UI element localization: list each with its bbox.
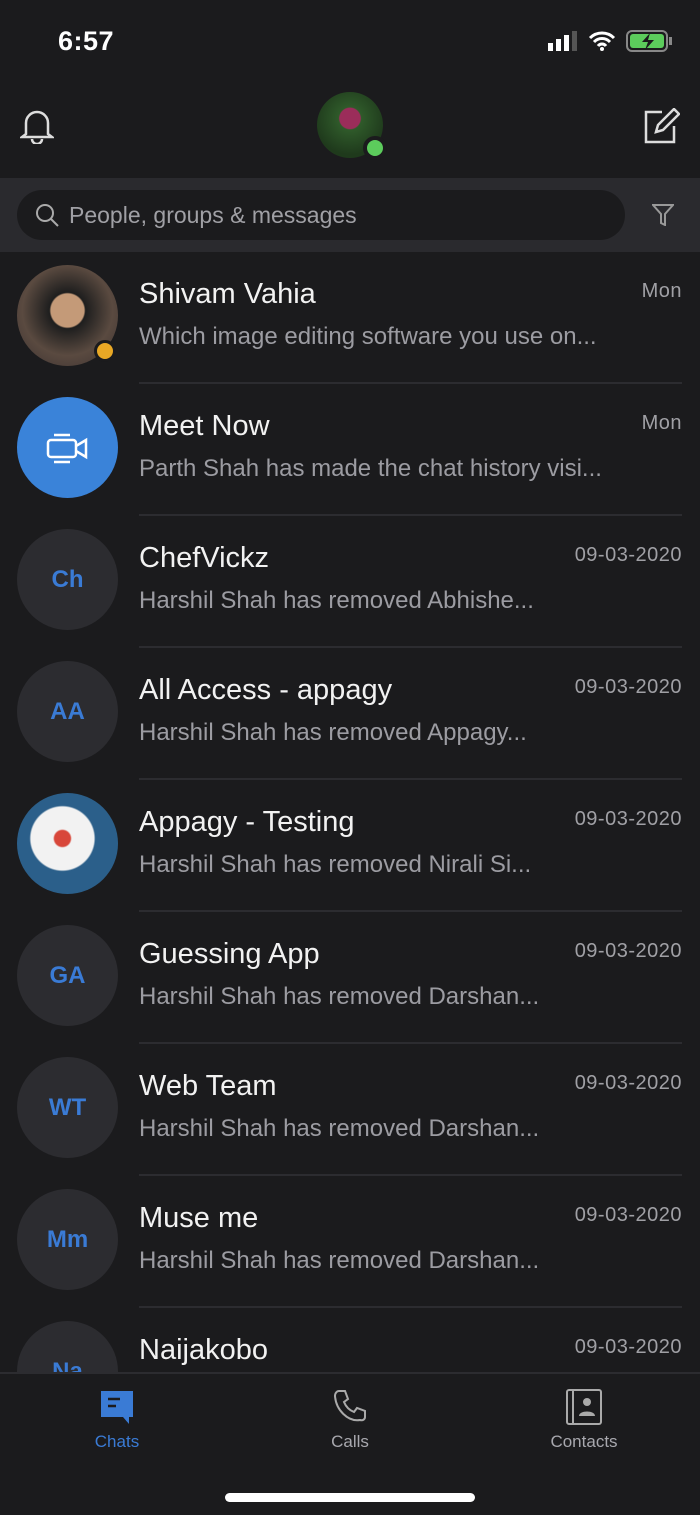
chat-name: Guessing App <box>139 938 320 970</box>
status-time: 6:57 <box>58 26 115 56</box>
chat-row[interactable]: GA Guessing App Harshil Shah has removed D… <box>0 912 700 1044</box>
bell-icon[interactable] <box>20 108 54 144</box>
tab-bar: Chats Calls Contacts <box>0 1372 700 1515</box>
chat-preview: Harshil Shah has removed Darshan... <box>139 983 540 1010</box>
tab-label: Chats <box>94 1432 140 1451</box>
compose-icon[interactable] <box>642 108 680 144</box>
chat-name: Muse me <box>139 1202 259 1234</box>
chat-row[interactable]: AA All Access - appagy Harshil Shah has re… <box>0 648 700 780</box>
chat-preview: Harshil Shah has removed Darshan... <box>139 1115 540 1142</box>
chat-row[interactable]: Appagy - Testing Harshil Shah has removed… <box>0 780 700 912</box>
chat-name: Naijakobo <box>139 1334 268 1366</box>
chat-preview: Harshil Shah has removed Abhishe... <box>139 587 534 614</box>
home-indicator[interactable] <box>225 1493 475 1502</box>
chat-date: 09-03-2020 <box>574 544 682 566</box>
tab-label: Contacts <box>550 1432 618 1451</box>
tab-chats[interactable]: Chats <box>47 1388 187 1452</box>
chat-preview: Harshil Shah has removed Nirali Si... <box>139 851 532 878</box>
avatar: AA <box>17 661 118 762</box>
chat-name: ChefVickz <box>139 542 270 574</box>
chat-date: 09-03-2020 <box>574 1072 682 1094</box>
chat-date: 09-03-2020 <box>574 1204 682 1226</box>
avatar: Mm <box>17 1189 118 1290</box>
avatar: GA <box>17 925 118 1026</box>
phone-icon <box>333 1390 366 1422</box>
chat-row[interactable]: Meet Now Parth Shah has made the chat his… <box>0 384 700 516</box>
search-icon <box>36 204 59 227</box>
chat-preview: Harshil Shah has removed Appagy... <box>139 719 527 746</box>
chat-preview: Harshil Shah has removed Darshan... <box>139 1247 540 1274</box>
avatar: Ch <box>17 529 118 630</box>
chat-preview: Parth Shah has made the chat history vis… <box>139 455 602 482</box>
online-status-icon <box>363 136 387 160</box>
tab-label: Calls <box>331 1432 369 1451</box>
avatar <box>17 793 118 894</box>
battery-charging-icon <box>626 30 672 52</box>
chat-date: 09-03-2020 <box>574 676 682 698</box>
filter-icon[interactable] <box>652 204 674 226</box>
signal-icon <box>548 31 577 51</box>
away-clock-icon <box>94 340 116 362</box>
chat-name: All Access - appagy <box>139 674 393 706</box>
tab-contacts[interactable]: Contacts <box>514 1388 654 1452</box>
search-placeholder: People, groups & messages <box>69 201 357 228</box>
chat-row[interactable]: Na Naijakobo 09-03-2020 <box>0 1308 700 1372</box>
chat-date: 09-03-2020 <box>574 808 682 830</box>
profile-avatar[interactable] <box>317 92 387 160</box>
wifi-icon <box>588 31 616 51</box>
chat-name: Web Team <box>139 1070 277 1102</box>
avatar: Na <box>17 1321 118 1372</box>
search-input[interactable]: People, groups & messages <box>17 190 625 240</box>
chat-date: Mon <box>641 412 682 434</box>
chat-list: Shivam Vahia Which image editing software… <box>0 252 700 1372</box>
chat-row[interactable]: Shivam Vahia Which image editing software… <box>0 252 700 384</box>
video-camera-icon <box>46 433 87 463</box>
tab-calls[interactable]: Calls <box>280 1388 420 1452</box>
chat-date: Mon <box>641 280 682 302</box>
chat-bubble-icon <box>101 1391 133 1424</box>
chat-name: Shivam Vahia <box>139 278 316 310</box>
chat-date: 09-03-2020 <box>574 940 682 962</box>
contacts-book-icon <box>566 1389 602 1425</box>
chat-name: Appagy - Testing <box>139 806 355 838</box>
chat-preview: Which image editing software you use on.… <box>139 323 597 350</box>
status-bar: 6:57 <box>0 0 700 80</box>
avatar <box>17 265 118 366</box>
header <box>0 80 700 178</box>
chat-date: 09-03-2020 <box>574 1336 682 1358</box>
chat-row[interactable]: WT Web Team Harshil Shah has removed Darsh… <box>0 1044 700 1176</box>
chat-row[interactable]: Mm Muse me Harshil Shah has removed Darsha… <box>0 1176 700 1308</box>
avatar <box>17 397 118 498</box>
chat-row[interactable]: Ch ChefVickz Harshil Shah has removed Abhi… <box>0 516 700 648</box>
chat-name: Meet Now <box>139 410 270 442</box>
avatar: WT <box>17 1057 118 1158</box>
